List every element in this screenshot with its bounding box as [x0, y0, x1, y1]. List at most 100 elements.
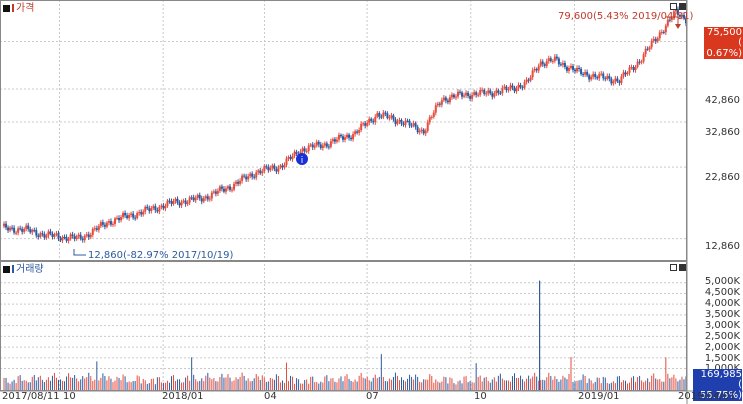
candle-body: [21, 228, 24, 232]
volume-bar: [532, 376, 534, 390]
volume-bar: [606, 382, 608, 390]
candle-body: [551, 60, 554, 62]
candle-body: [307, 145, 310, 152]
volume-bar: [348, 378, 350, 390]
candle-body: [3, 223, 6, 227]
volume-bar: [108, 376, 110, 390]
volume-bar: [386, 381, 388, 390]
volume-bar: [507, 380, 509, 390]
candle-body: [33, 230, 36, 232]
price-panel-minimize-button[interactable]: [670, 3, 677, 10]
candle-body: [279, 165, 282, 168]
volume-bar: [598, 377, 600, 390]
volume-bar: [15, 383, 17, 390]
volume-bar: [300, 383, 302, 390]
volume-bar: [681, 376, 683, 390]
candle-body: [406, 120, 409, 122]
volume-bar: [322, 382, 324, 390]
candle-body: [305, 151, 308, 153]
volume-bar: [477, 376, 479, 390]
candle-body: [457, 91, 459, 97]
volume-bar: [572, 381, 574, 390]
volume-bar: [114, 380, 116, 390]
volume-bar: [590, 380, 592, 390]
candle-body: [404, 120, 407, 125]
volume-bar: [86, 377, 88, 390]
volume-bar: [173, 375, 175, 390]
volume-bar: [643, 382, 645, 390]
candle-body: [170, 201, 173, 204]
candle-body: [513, 87, 516, 92]
volume-panel-minimize-button[interactable]: [670, 264, 677, 271]
stock-chart: i: [0, 0, 743, 404]
volume-bar: [546, 377, 548, 390]
candle-body: [630, 67, 633, 69]
candle-body: [216, 190, 219, 194]
candle-body: [194, 197, 197, 201]
candle-body: [192, 197, 195, 201]
candle-body: [174, 198, 177, 202]
candle-body: [352, 134, 355, 140]
candle-body: [616, 78, 619, 82]
volume-bar: [31, 376, 33, 390]
volume-bar: [513, 373, 515, 390]
volume-bar: [491, 379, 493, 390]
candle-body: [346, 134, 349, 138]
volume-bar: [390, 379, 392, 390]
volume-bar: [536, 376, 538, 390]
candle-body: [442, 97, 445, 101]
candle-body: [150, 208, 153, 212]
x-tick-label: 2019/04/01: [678, 391, 736, 402]
volume-bar: [51, 375, 53, 390]
candle-body: [586, 72, 589, 76]
candle-body: [424, 130, 427, 134]
volume-bar: [187, 375, 189, 390]
volume-bar: [433, 382, 435, 390]
candle-body: [144, 206, 147, 212]
volume-bar: [622, 380, 624, 390]
volume-bar: [407, 378, 409, 390]
candle-body: [553, 56, 556, 61]
volume-bar: [179, 379, 181, 390]
volume-bar: [116, 376, 118, 390]
volume-bar: [215, 381, 217, 390]
candle-body: [444, 97, 447, 101]
candle-body: [541, 61, 544, 65]
candle-body: [414, 123, 417, 127]
candle-body: [614, 78, 617, 82]
volume-bar: [540, 380, 542, 390]
candle-body: [454, 96, 457, 98]
volume-bar: [568, 374, 570, 390]
candle-body: [509, 85, 512, 90]
volume-bar: [338, 378, 340, 390]
candle-body: [109, 221, 112, 225]
candle-body: [650, 40, 653, 48]
candle-body: [77, 234, 80, 237]
candle-body: [200, 198, 203, 202]
volume-bar: [401, 377, 403, 390]
volume-bar: [253, 378, 255, 390]
volume-bar: [23, 380, 25, 390]
candle-body: [51, 233, 54, 237]
candle-body: [172, 201, 175, 204]
volume-panel-maximize-button[interactable]: [679, 264, 686, 271]
candle-body: [354, 131, 357, 135]
candle-body: [356, 131, 359, 133]
volume-bar: [104, 375, 106, 390]
volume-bar: [665, 357, 667, 390]
volume-bar: [509, 381, 511, 390]
volume-bar: [82, 376, 84, 390]
price-panel-maximize-button[interactable]: [679, 3, 686, 10]
candle-body: [606, 76, 609, 79]
candle-body: [311, 144, 314, 148]
volume-bar: [13, 379, 15, 390]
volume-bar: [43, 381, 45, 390]
volume-bar: [560, 379, 562, 390]
candle-body: [301, 148, 304, 152]
volume-bar: [505, 380, 507, 390]
candle-body: [146, 206, 149, 209]
volume-bar: [275, 374, 277, 390]
candle-body: [533, 68, 536, 71]
volume-bar: [11, 381, 13, 390]
volume-bar: [604, 377, 606, 390]
